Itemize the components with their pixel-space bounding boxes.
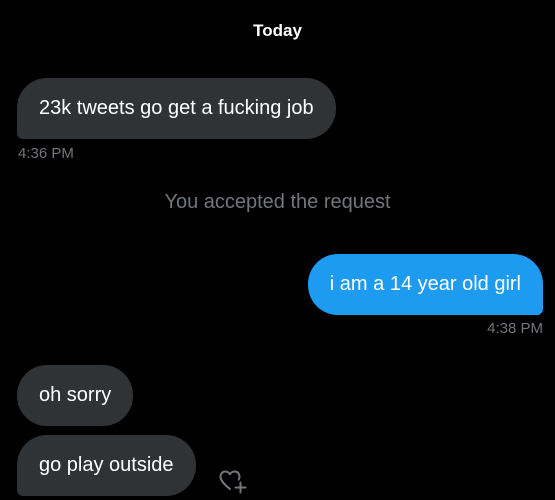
system-message: You accepted the request — [164, 191, 391, 213]
message-bubble-received[interactable]: oh sorry — [17, 365, 134, 426]
message-text: go play outside — [39, 454, 174, 476]
message-bubble-sent[interactable]: i am a 14 year old girl — [307, 254, 543, 315]
message-bubble-received[interactable]: 23k tweets go get a fucking job — [17, 78, 336, 139]
message-timestamp: 4:36 PM — [18, 145, 74, 162]
message-text: 23k tweets go get a fucking job — [39, 97, 314, 119]
message-text: oh sorry — [39, 384, 112, 406]
message-text: i am a 14 year old girl — [329, 273, 521, 295]
date-header: Today — [253, 21, 302, 40]
heart-plus-icon[interactable] — [218, 467, 248, 495]
message-timestamp: 4:38 PM — [487, 320, 543, 337]
message-bubble-received[interactable]: go play outside — [17, 435, 196, 496]
